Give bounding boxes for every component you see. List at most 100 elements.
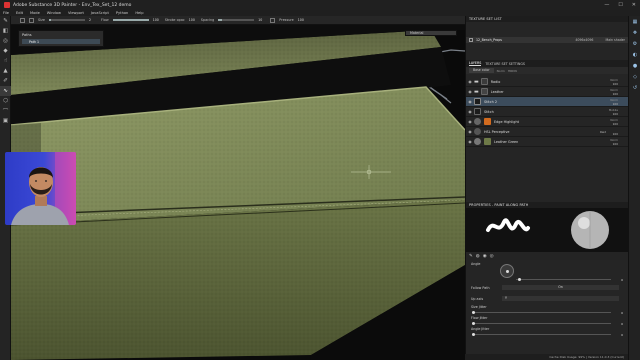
size-jitter-slider[interactable] (472, 311, 611, 314)
size-slider[interactable] (48, 19, 85, 21)
visibility-eye-icon[interactable]: ◉ (466, 129, 474, 134)
viewport-mode-dropdown[interactable]: Material (405, 30, 457, 36)
up-axis-label: Up axis (471, 296, 484, 301)
smudge-icon[interactable]: ☝ (0, 56, 11, 66)
maximize-button[interactable]: ☐ (618, 2, 622, 8)
layer-item[interactable]: ◉ HSL Perceptive Rwd 100 (466, 127, 628, 137)
size-jitter-knob (472, 311, 475, 314)
flow-value[interactable]: 100 (153, 18, 161, 22)
layer-opacity[interactable]: 100 (613, 142, 618, 146)
menu-file[interactable]: File (3, 11, 9, 15)
layers-icon[interactable]: ❖ (629, 27, 640, 38)
alpha-icon[interactable]: ◍ (476, 254, 480, 259)
visibility-eye-icon[interactable]: ◉ (466, 89, 474, 94)
layer-name: HSL Perceptive (484, 129, 510, 134)
layer-item[interactable]: ◉ ▬ Leather Norm 100 (466, 87, 628, 97)
visibility-eye-icon[interactable]: ◉ (466, 119, 474, 124)
texture-set-icon[interactable]: ▦ (629, 16, 640, 27)
visibility-eye-icon[interactable]: ◉ (466, 139, 474, 144)
angle-dial-knob (506, 270, 509, 273)
history-icon[interactable]: ↺ (629, 82, 640, 93)
fill-thumbnail-icon (474, 118, 481, 125)
geometry-mask-icon[interactable]: ⬡ (0, 96, 11, 106)
3d-viewport[interactable] (11, 25, 465, 360)
up-axis-dropdown[interactable]: Y (502, 296, 619, 301)
channel-dropdown[interactable]: Base color (469, 68, 494, 73)
viewer-settings-icon[interactable]: ◇ (629, 71, 640, 82)
visibility-eye-icon[interactable]: ◉ (466, 109, 474, 114)
clone-icon[interactable]: ▲ (0, 66, 11, 76)
stencil-icon[interactable]: ◉ (483, 254, 487, 259)
texture-set-shader[interactable]: Main shader (605, 38, 625, 42)
menu-edit[interactable]: Edit (16, 11, 23, 15)
pressure-toggle[interactable] (270, 17, 276, 23)
flow-jitter-slider[interactable] (472, 322, 611, 325)
texture-set-name: 12_Bench_Props (476, 38, 502, 42)
layer-item[interactable]: ◉ Edge Highlight Norm 100 (466, 117, 628, 127)
up-axis-row: Up axis Y (466, 293, 629, 304)
layer-opacity[interactable]: 100 (613, 92, 618, 96)
menu-mode[interactable]: Mode (30, 11, 40, 15)
color-picker-icon[interactable]: ✐ (0, 76, 11, 86)
measure-icon[interactable]: ⌒ (0, 106, 11, 116)
tab-layers[interactable]: LAYERS (469, 61, 482, 66)
angle-slider[interactable] (516, 278, 611, 281)
spacing-slider[interactable] (218, 19, 255, 21)
menu-python[interactable]: Python (116, 11, 128, 15)
brush-preview-area (466, 208, 629, 252)
size-value[interactable]: 2 (89, 18, 97, 22)
angle-jitter-slider[interactable] (472, 333, 611, 336)
visibility-eye-icon[interactable]: ◉ (466, 99, 474, 104)
stroke-thumbnail-icon (474, 98, 481, 105)
symmetry-toggle[interactable] (20, 17, 25, 23)
shader-settings-icon[interactable]: ● (629, 60, 640, 71)
eraser-icon[interactable]: ◧ (0, 26, 11, 36)
path-list-item[interactable]: Path 1 (22, 39, 100, 44)
flow-slider[interactable] (112, 19, 149, 21)
layer-item[interactable]: ◉ Stitch Mobile 100 (466, 107, 628, 117)
tool-options-bar: Size 2 Flow 100 Stroke opac 100 Spacing … (0, 16, 465, 25)
layer-item-selected[interactable]: ◉ Stitch 2 Norm 100 (466, 97, 628, 107)
polygon-fill-icon[interactable]: ◆ (0, 46, 11, 56)
menu-viewport[interactable]: Viewport (68, 11, 84, 15)
visibility-eye-icon[interactable]: ◉ (466, 79, 474, 84)
material-icon[interactable]: ◎ (490, 254, 494, 259)
layer-item[interactable]: ◉ Leather Green Norm 100 (466, 137, 628, 147)
minimize-button[interactable]: — (604, 2, 609, 8)
channel-indicator[interactable]: Rwd (600, 130, 606, 134)
lazy-mouse-toggle[interactable] (29, 17, 34, 23)
menu-javascript[interactable]: JavaScript (91, 11, 109, 15)
properties-icon[interactable]: ⚙ (629, 38, 640, 49)
display-settings-icon[interactable]: ◐ (629, 49, 640, 60)
pressure-value[interactable]: 100 (298, 18, 306, 22)
close-button[interactable]: ✕ (632, 2, 636, 8)
layer-opacity[interactable]: 100 (613, 132, 618, 136)
layer-item[interactable]: ◉ ▬ Radio Norm 100 (466, 77, 628, 87)
folder-icon: ▬ (474, 78, 479, 85)
projection-icon[interactable]: ◎ (0, 36, 11, 46)
menu-help[interactable]: Help (135, 11, 143, 15)
title-bar: Adobe Substance 3D Painter - Env_Tex_Set… (0, 0, 640, 10)
layer-opacity[interactable]: 100 (613, 112, 618, 116)
spacing-value[interactable]: 10 (258, 18, 266, 22)
layer-opacity[interactable]: 100 (613, 122, 618, 126)
filter-thumbnail-icon (474, 128, 481, 135)
layer-opacity[interactable]: 100 (613, 102, 618, 106)
layer-opacity[interactable]: 100 (613, 82, 618, 86)
menu-window[interactable]: Window (47, 11, 61, 15)
spacing-label: Spacing (200, 18, 215, 22)
checkbox-icon[interactable] (469, 38, 473, 42)
paint-brush-icon[interactable]: ✎ (0, 16, 11, 26)
layers-tabs: LAYERS TEXTURE SET SETTINGS (466, 60, 628, 67)
follow-path-toggle[interactable]: On (502, 285, 619, 290)
window-controls: — ☐ ✕ (604, 2, 636, 8)
hrdn-col-label: HRDN (507, 68, 517, 73)
angle-dial[interactable] (500, 264, 514, 278)
tab-texture-set-settings[interactable]: TEXTURE SET SETTINGS (485, 62, 525, 66)
stroke-opacity-value[interactable]: 100 (189, 18, 197, 22)
brush-icon[interactable]: ✎ (469, 254, 473, 259)
camera-icon[interactable]: ▣ (0, 116, 11, 126)
angle-jitter-value[interactable]: 0 (621, 333, 623, 337)
path-icon[interactable]: ∿ (0, 86, 11, 96)
pressure-label: Pressure (279, 18, 294, 22)
